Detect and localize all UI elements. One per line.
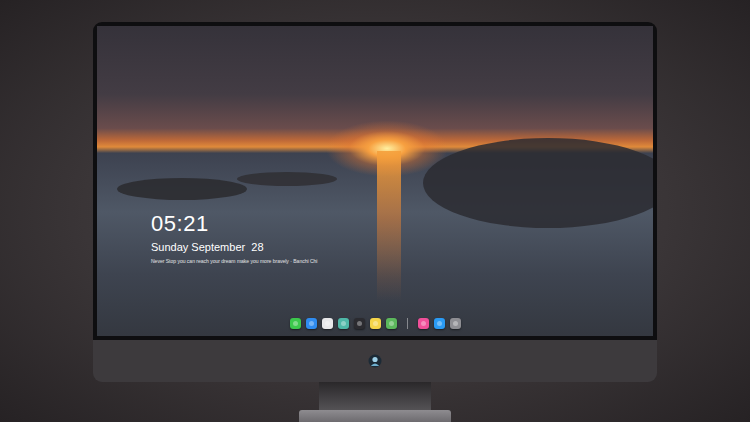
app-glyph-icon xyxy=(373,321,378,326)
screen: 05:21 Sunday September 28 Never Stop you… xyxy=(97,26,653,336)
dock-app-icon[interactable] xyxy=(354,318,365,329)
dock-app-icon[interactable] xyxy=(450,318,461,329)
rocks-left xyxy=(117,178,247,200)
app-glyph-icon xyxy=(325,321,330,326)
dock-app-icon[interactable] xyxy=(370,318,381,329)
app-glyph-icon xyxy=(357,321,362,326)
dock xyxy=(97,318,653,336)
clock: 05:21 xyxy=(151,211,653,237)
rocks-mid xyxy=(237,172,337,186)
monitor-bezel: 05:21 Sunday September 28 Never Stop you… xyxy=(93,22,657,340)
app-glyph-icon xyxy=(437,321,442,326)
app-glyph-icon xyxy=(309,321,314,326)
date: Sunday September 28 xyxy=(151,240,653,254)
dock-app-icon[interactable] xyxy=(434,318,445,329)
monitor-chin xyxy=(93,340,657,382)
dock-separator xyxy=(407,318,408,329)
dock-app-icon[interactable] xyxy=(322,318,333,329)
quote: Never Stop you can reach your dream make… xyxy=(151,258,653,265)
imac-mockup: 05:21 Sunday September 28 Never Stop you… xyxy=(0,0,750,422)
app-glyph-icon xyxy=(421,321,426,326)
dock-app-icon[interactable] xyxy=(386,318,397,329)
sun-reflection xyxy=(377,151,401,301)
dock-app-icon[interactable] xyxy=(290,318,301,329)
stand-neck xyxy=(319,382,431,410)
app-glyph-icon xyxy=(293,321,298,326)
app-glyph-icon xyxy=(389,321,394,326)
dock-app-icon[interactable] xyxy=(338,318,349,329)
stand-base xyxy=(299,410,451,422)
dock-app-icon[interactable] xyxy=(306,318,317,329)
lock-info: 05:21 Sunday September 28 Never Stop you… xyxy=(97,26,653,265)
dock-app-icon[interactable] xyxy=(418,318,429,329)
app-glyph-icon xyxy=(341,321,346,326)
logo-icon xyxy=(368,354,382,368)
app-glyph-icon xyxy=(453,321,458,326)
